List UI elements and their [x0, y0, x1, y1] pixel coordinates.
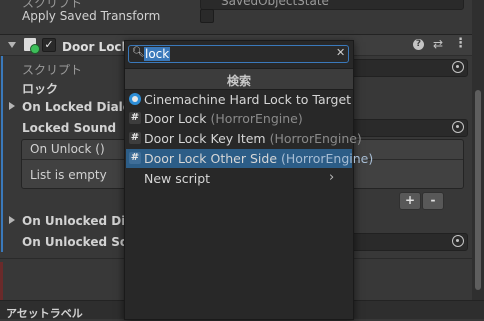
add-event-button[interactable]: +: [399, 192, 421, 210]
top-script-field[interactable]: SavedObjectState: [200, 0, 464, 10]
scrollbar-thumb[interactable]: [475, 90, 481, 290]
list-empty-text: List is empty: [30, 168, 107, 182]
on-locked-dialog-foldout-icon[interactable]: [9, 102, 15, 110]
left-edge-strip: [0, 262, 3, 302]
result-cinemachine-hard-lock[interactable]: Cinemachine Hard Lock to Target: [126, 90, 352, 109]
clear-search-icon[interactable]: ✕: [336, 46, 345, 59]
add-component-popup: 🔍︎ lock ✕ 検索 Cinemachine Hard Lock to Ta…: [124, 40, 373, 320]
on-locked-dialog-label[interactable]: On Locked Dialog: [22, 100, 140, 114]
component-enabled-checkbox[interactable]: ✓: [42, 38, 56, 52]
locked-sound-label: Locked Sound: [22, 121, 117, 135]
kebab-menu-icon[interactable]: ⋮: [454, 36, 467, 51]
result-door-lock-other-side[interactable]: # Door Lock Other Side (HorrorEngine): [126, 149, 373, 168]
help-icon[interactable]: ?: [413, 39, 424, 50]
top-script-value: SavedObjectState: [221, 0, 329, 8]
search-icon: 🔍︎: [132, 47, 145, 58]
remove-event-button[interactable]: -: [422, 192, 444, 210]
modified-accent-bar: [1, 56, 3, 252]
search-field[interactable]: 🔍︎ lock ✕: [128, 45, 349, 63]
popup-header: 検索: [125, 68, 353, 90]
submenu-chevron-icon: ›: [329, 170, 335, 185]
new-script-item[interactable]: New script ›: [126, 169, 352, 188]
lock-label: ロック: [22, 82, 59, 96]
asset-labels-text: アセットラベル: [6, 307, 83, 320]
script-hash-icon: #: [129, 112, 141, 124]
script-component-icon: [24, 38, 40, 54]
apply-saved-transform-checkbox[interactable]: [200, 9, 214, 23]
result-label: Cinemachine Hard Lock to Target: [144, 92, 352, 107]
cinemachine-icon: [129, 93, 141, 105]
foldout-arrow-icon[interactable]: [8, 42, 16, 48]
result-door-lock-key-item[interactable]: # Door Lock Key Item (HorrorEngine): [126, 129, 362, 148]
object-picker-icon[interactable]: [452, 61, 464, 73]
popup-header-text: 検索: [226, 74, 251, 88]
on-unlock-header: On Unlock (): [30, 142, 105, 156]
on-unlocked-dialog-foldout-icon[interactable]: [9, 216, 15, 224]
script-label: スクリプト: [22, 63, 83, 77]
preset-sliders-icon[interactable]: ⇄: [433, 37, 443, 51]
result-label: Door Lock Key Item (HorrorEngine): [144, 131, 362, 146]
on-unlocked-sound-picker-icon[interactable]: [452, 235, 464, 247]
script-hash-icon: #: [129, 132, 141, 144]
result-door-lock[interactable]: # Door Lock (HorrorEngine): [126, 109, 352, 128]
script-hash-icon: #: [129, 152, 141, 164]
result-label: Door Lock (HorrorEngine): [144, 111, 303, 126]
vertical-scrollbar[interactable]: [472, 0, 484, 300]
search-input-text[interactable]: lock: [144, 47, 171, 61]
result-label: Door Lock Other Side (HorrorEngine): [144, 151, 374, 166]
result-label: New script: [144, 171, 211, 186]
apply-saved-transform-label: Apply Saved Transform: [22, 9, 161, 23]
locked-sound-picker-icon[interactable]: [452, 121, 464, 133]
